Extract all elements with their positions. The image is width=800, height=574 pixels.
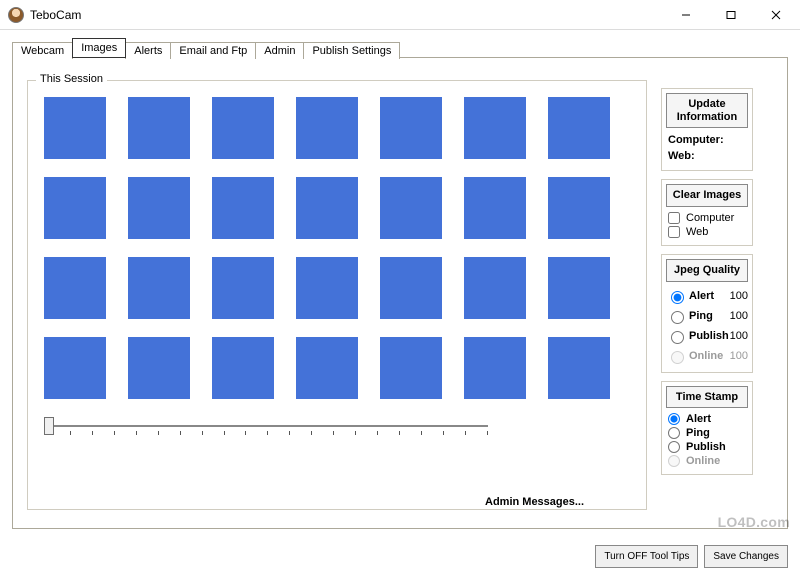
thumbnail[interactable] bbox=[464, 177, 526, 239]
clear-images-box: Clear Images Computer Web bbox=[661, 179, 753, 246]
thumbnail[interactable] bbox=[44, 257, 106, 319]
ts-publish-radio[interactable] bbox=[668, 441, 680, 453]
close-button[interactable] bbox=[753, 1, 798, 29]
side-column: Update Information Computer: Web: Clear … bbox=[661, 88, 753, 475]
thumbnail[interactable] bbox=[548, 257, 610, 319]
ts-online-row: Online bbox=[666, 454, 748, 468]
ts-ping-radio[interactable] bbox=[668, 427, 680, 439]
thumbnail[interactable] bbox=[380, 177, 442, 239]
thumbnail[interactable] bbox=[380, 97, 442, 159]
minimize-button[interactable] bbox=[663, 1, 708, 29]
admin-messages-label: Admin Messages... bbox=[485, 496, 584, 508]
clear-web-checkbox[interactable]: Web bbox=[666, 225, 748, 239]
thumbnail[interactable] bbox=[212, 97, 274, 159]
clear-web-label: Web bbox=[686, 226, 708, 238]
thumbnail[interactable] bbox=[548, 337, 610, 399]
thumbnail[interactable] bbox=[44, 177, 106, 239]
thumbnail[interactable] bbox=[128, 257, 190, 319]
thumbnail[interactable] bbox=[44, 97, 106, 159]
bottom-button-bar: Turn OFF Tool Tips Save Changes bbox=[595, 545, 788, 569]
tab-admin[interactable]: Admin bbox=[255, 42, 304, 59]
ts-publish-row[interactable]: Publish bbox=[666, 440, 748, 454]
client-area: Webcam Images Alerts Email and Ftp Admin… bbox=[0, 30, 800, 537]
tab-email-ftp[interactable]: Email and Ftp bbox=[170, 42, 256, 59]
slider-ticks bbox=[48, 431, 488, 435]
session-slider[interactable] bbox=[48, 425, 488, 435]
jq-publish-radio[interactable] bbox=[671, 331, 684, 344]
time-stamp-legend: Time Stamp bbox=[666, 386, 748, 409]
ts-alert-row[interactable]: Alert bbox=[666, 412, 748, 426]
jq-ping-radio[interactable] bbox=[671, 311, 684, 324]
thumbnail[interactable] bbox=[296, 177, 358, 239]
ts-ping-row[interactable]: Ping bbox=[666, 426, 748, 440]
update-information-button[interactable]: Update Information bbox=[666, 93, 748, 128]
jpeg-quality-legend: Jpeg Quality bbox=[666, 259, 748, 282]
clear-images-button[interactable]: Clear Images bbox=[666, 184, 748, 207]
thumbnail[interactable] bbox=[128, 337, 190, 399]
title-bar: TeboCam bbox=[0, 0, 800, 30]
clear-web-input[interactable] bbox=[668, 226, 680, 238]
save-changes-button[interactable]: Save Changes bbox=[704, 545, 788, 569]
thumbnail[interactable] bbox=[212, 257, 274, 319]
tab-alerts[interactable]: Alerts bbox=[125, 42, 171, 59]
thumbnail[interactable] bbox=[44, 337, 106, 399]
thumbnail[interactable] bbox=[380, 337, 442, 399]
jq-online-radio bbox=[671, 351, 684, 364]
clear-computer-input[interactable] bbox=[668, 212, 680, 224]
jq-alert-radio[interactable] bbox=[671, 291, 684, 304]
thumbnail-grid bbox=[36, 93, 638, 399]
time-stamp-group: Time Stamp Alert Ping Publish Online bbox=[661, 381, 753, 476]
this-session-group: This Session bbox=[27, 80, 647, 510]
thumbnail[interactable] bbox=[548, 97, 610, 159]
tab-publish-settings[interactable]: Publish Settings bbox=[303, 42, 400, 59]
tool-tips-button[interactable]: Turn OFF Tool Tips bbox=[595, 545, 698, 569]
thumbnail[interactable] bbox=[296, 97, 358, 159]
watermark: LO4D.com bbox=[718, 514, 790, 530]
jq-alert-row[interactable]: Alert 100 bbox=[666, 286, 748, 306]
jq-publish-row[interactable]: Publish 100 bbox=[666, 326, 748, 346]
jpeg-quality-group: Jpeg Quality Alert 100 Ping 100 Publish … bbox=[661, 254, 753, 373]
tab-images[interactable]: Images bbox=[72, 38, 126, 58]
clear-computer-checkbox[interactable]: Computer bbox=[666, 211, 748, 225]
thumbnail[interactable] bbox=[296, 257, 358, 319]
window-controls bbox=[663, 1, 798, 29]
this-session-legend: This Session bbox=[36, 73, 107, 85]
maximize-button[interactable] bbox=[708, 1, 753, 29]
ts-alert-radio[interactable] bbox=[668, 413, 680, 425]
jq-online-row: Online 100 bbox=[666, 346, 748, 366]
thumbnail[interactable] bbox=[548, 177, 610, 239]
thumbnail[interactable] bbox=[464, 337, 526, 399]
update-info-box: Update Information Computer: Web: bbox=[661, 88, 753, 171]
tab-webcam[interactable]: Webcam bbox=[12, 42, 73, 59]
tab-strip: Webcam Images Alerts Email and Ftp Admin… bbox=[12, 38, 788, 58]
thumbnail[interactable] bbox=[212, 177, 274, 239]
ts-online-radio bbox=[668, 455, 680, 467]
thumbnail[interactable] bbox=[296, 337, 358, 399]
clear-computer-label: Computer bbox=[686, 212, 734, 224]
thumbnail[interactable] bbox=[128, 177, 190, 239]
thumbnail[interactable] bbox=[464, 97, 526, 159]
thumbnail[interactable] bbox=[128, 97, 190, 159]
slider-thumb[interactable] bbox=[44, 417, 54, 435]
slider-track bbox=[48, 425, 488, 427]
window-title: TeboCam bbox=[30, 8, 81, 22]
thumbnail[interactable] bbox=[380, 257, 442, 319]
jq-ping-row[interactable]: Ping 100 bbox=[666, 306, 748, 326]
tab-panel-images: This Session Admin Messages... Update In… bbox=[12, 57, 788, 529]
web-label: Web: bbox=[666, 150, 748, 162]
computer-label: Computer: bbox=[666, 134, 748, 146]
app-icon bbox=[8, 7, 24, 23]
thumbnail[interactable] bbox=[464, 257, 526, 319]
thumbnail[interactable] bbox=[212, 337, 274, 399]
